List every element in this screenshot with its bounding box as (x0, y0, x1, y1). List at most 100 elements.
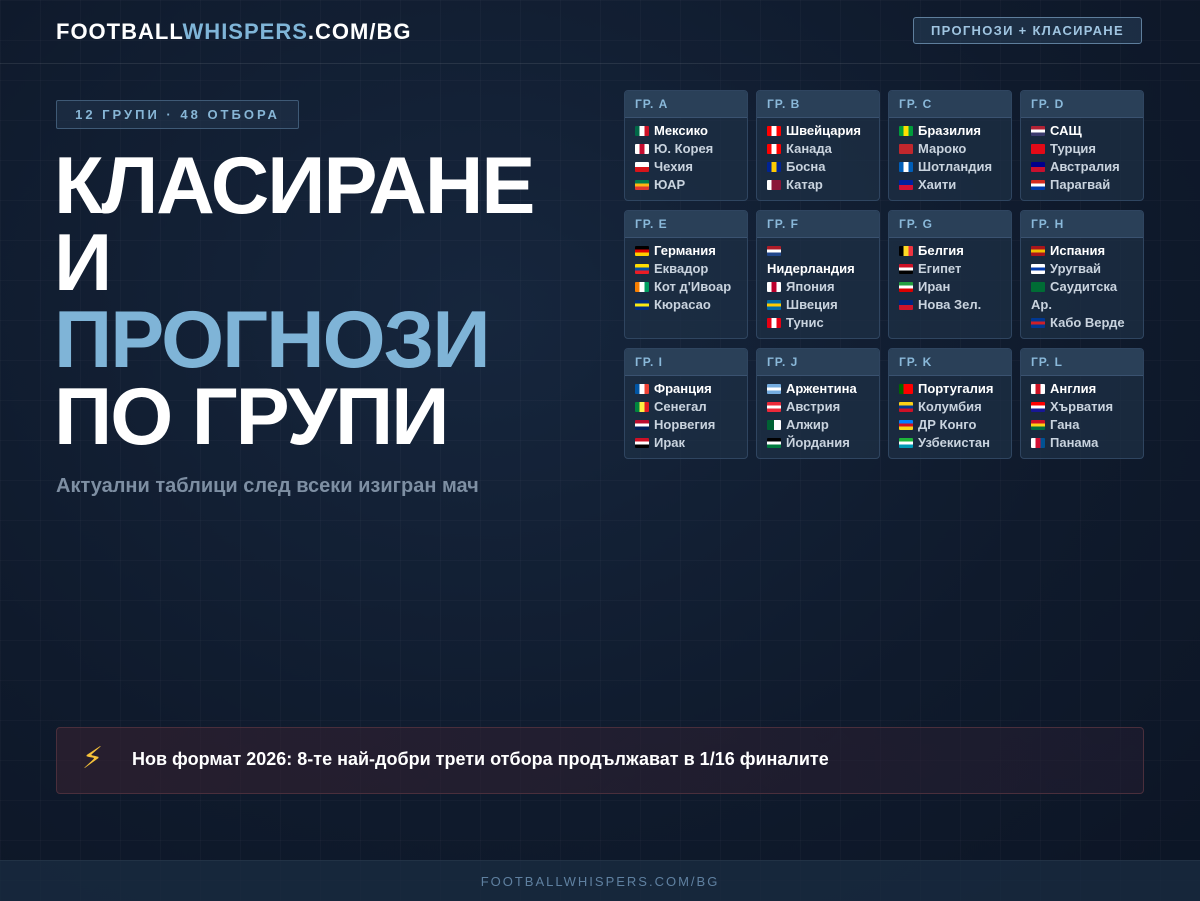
flag-icon (635, 246, 649, 256)
team-row[interactable]: Турция (1031, 140, 1133, 158)
group-card[interactable]: ГР. E Германия Еквадор Кот д'Ивоар Кюрасао (624, 210, 748, 339)
team-row[interactable]: Швеция (767, 296, 869, 314)
team-row[interactable]: Гана (1031, 416, 1133, 434)
group-card[interactable]: ГР. H Испания Уругвай Саудитска Ар. Кабо Вер… (1020, 210, 1144, 339)
team-row[interactable]: Уругвай (1031, 260, 1133, 278)
team-row[interactable]: Йордания (767, 434, 869, 452)
flag-icon (899, 144, 913, 154)
team-name: Кабо Верде (1050, 315, 1125, 330)
team-name: Ирак (654, 435, 686, 450)
team-row[interactable]: Франция (635, 380, 737, 398)
team-name: Мексико (654, 123, 708, 138)
team-row[interactable]: САЩ (1031, 122, 1133, 140)
team-row[interactable]: Бразилия (899, 122, 1001, 140)
group-card[interactable]: ГР. A Мексико Ю. Корея Чехия ЮАР (624, 90, 748, 201)
team-row[interactable]: Саудитска Ар. (1031, 278, 1133, 314)
group-card[interactable]: ГР. F Нидерландия Япония Швеция Тунис (756, 210, 880, 339)
team-row[interactable]: Кабо Верде (1031, 314, 1133, 332)
team-name: Шотландия (918, 159, 993, 174)
flag-icon (767, 162, 781, 172)
team-row[interactable]: Нова Зел. (899, 296, 1001, 314)
flag-icon (635, 420, 649, 430)
flag-icon (1031, 282, 1045, 292)
predictions-standings-button[interactable]: ПРОГНОЗИ + КЛАСИРАНЕ (913, 17, 1142, 44)
flag-icon (899, 126, 913, 136)
page-title: КЛАСИРАНЕ И ПРОГНОЗИ ПО ГРУПИ (54, 146, 535, 458)
flag-icon (635, 282, 649, 292)
flag-icon (899, 420, 913, 430)
team-name: Испания (1050, 243, 1106, 258)
team-row[interactable]: Испания (1031, 242, 1133, 260)
team-row[interactable]: Мексико (635, 122, 737, 140)
group-card[interactable]: ГР. I Франция Сенегал Норвегия Ирак (624, 348, 748, 459)
team-row[interactable]: Англия (1031, 380, 1133, 398)
team-row[interactable]: Шотландия (899, 158, 1001, 176)
group-card[interactable]: ГР. J Аржентина Австрия Алжир Йордания (756, 348, 880, 459)
team-row[interactable]: Португалия (899, 380, 1001, 398)
team-row[interactable]: Нидерландия (767, 242, 869, 278)
team-row[interactable]: Египет (899, 260, 1001, 278)
team-row[interactable]: Аржентина (767, 380, 869, 398)
brand-part-football: FOOTBALL (56, 19, 183, 44)
flag-icon (635, 180, 649, 190)
team-row[interactable]: Кюрасао (635, 296, 737, 314)
team-row[interactable]: Германия (635, 242, 737, 260)
flag-icon (767, 180, 781, 190)
team-name: Египет (918, 261, 962, 276)
team-row[interactable]: Австрия (767, 398, 869, 416)
group-card[interactable]: ГР. G Белгия Египет Иран Нова Зел. (888, 210, 1012, 339)
team-row[interactable]: ЮАР (635, 176, 737, 194)
team-name: Уругвай (1050, 261, 1102, 276)
team-name: Еквадор (654, 261, 709, 276)
team-row[interactable]: Чехия (635, 158, 737, 176)
team-row[interactable]: Панама (1031, 434, 1133, 452)
team-name: Германия (654, 243, 716, 258)
team-row[interactable]: Япония (767, 278, 869, 296)
team-name: ЮАР (654, 177, 686, 192)
team-row[interactable]: Ю. Корея (635, 140, 737, 158)
group-card[interactable]: ГР. B Швейцария Канада Босна Катар (756, 90, 880, 201)
team-row[interactable]: Иран (899, 278, 1001, 296)
team-name: Белгия (918, 243, 964, 258)
brand-logo[interactable]: FOOTBALLWHISPERS.COM/BG (56, 19, 411, 45)
team-name: Панама (1050, 435, 1099, 450)
flag-icon (899, 438, 913, 448)
group-card[interactable]: ГР. L Англия Хърватия Гана Панама (1020, 348, 1144, 459)
team-row[interactable]: Швейцария (767, 122, 869, 140)
flag-icon (899, 282, 913, 292)
brand-part-domain: .COM/BG (307, 19, 412, 44)
team-row[interactable]: Мароко (899, 140, 1001, 158)
team-row[interactable]: Еквадор (635, 260, 737, 278)
team-row[interactable]: Кот д'Ивоар (635, 278, 737, 296)
team-row[interactable]: Канада (767, 140, 869, 158)
team-row[interactable]: Австралия (1031, 158, 1133, 176)
team-row[interactable]: ДР Конго (899, 416, 1001, 434)
team-row[interactable]: Алжир (767, 416, 869, 434)
flag-icon (1031, 246, 1045, 256)
flag-icon (1031, 144, 1045, 154)
team-name: Япония (786, 279, 835, 294)
team-row[interactable]: Узбекистан (899, 434, 1001, 452)
team-row[interactable]: Босна (767, 158, 869, 176)
group-card[interactable]: ГР. K Португалия Колумбия ДР Конго Узбекиста… (888, 348, 1012, 459)
team-row[interactable]: Хърватия (1031, 398, 1133, 416)
team-list: Франция Сенегал Норвегия Ирак (625, 376, 747, 452)
team-row[interactable]: Норвегия (635, 416, 737, 434)
flag-icon (1031, 264, 1045, 274)
group-card[interactable]: ГР. C Бразилия Мароко Шотландия Хаити (888, 90, 1012, 201)
team-name: Турция (1050, 141, 1097, 156)
team-row[interactable]: Колумбия (899, 398, 1001, 416)
team-row[interactable]: Ирак (635, 434, 737, 452)
team-row[interactable]: Парагвай (1031, 176, 1133, 194)
team-name: Хърватия (1050, 399, 1114, 414)
team-row[interactable]: Белгия (899, 242, 1001, 260)
flag-icon (635, 162, 649, 172)
team-name: Парагвай (1050, 177, 1111, 192)
group-card[interactable]: ГР. D САЩ Турция Австралия Парагвай (1020, 90, 1144, 201)
team-row[interactable]: Сенегал (635, 398, 737, 416)
team-row[interactable]: Хаити (899, 176, 1001, 194)
team-row[interactable]: Катар (767, 176, 869, 194)
team-row[interactable]: Тунис (767, 314, 869, 332)
flag-icon (899, 180, 913, 190)
flag-icon (1031, 438, 1045, 448)
